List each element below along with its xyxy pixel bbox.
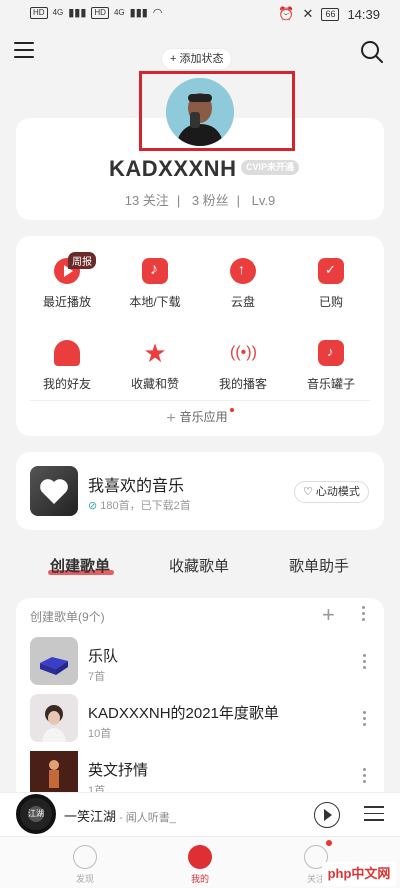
nav-discover[interactable]: 发现 [55,845,115,885]
tab-playlist-assistant[interactable]: 歌单助手 [289,555,349,576]
downloaded-check-icon: ⊘ [88,500,101,512]
radio-icon: ((•)) [230,344,257,361]
menu-icon[interactable] [14,42,34,60]
playlist-name: 乐队 [88,648,119,665]
divider [30,400,370,401]
heartbeat-mode-button[interactable]: ♡ 心动模式 [294,481,369,503]
song-artist: - 闻人听書_ [116,812,176,824]
playlist-name: 英文抒情 [88,762,149,779]
heartbeat-label: 心动模式 [315,486,360,498]
now-playing[interactable]: 一笑江湖 - 闻人听書_ [64,806,176,825]
nav-mine[interactable]: 我的 [170,845,230,885]
grid-item-local[interactable]: ♪ 本地/下载 [110,258,200,310]
battery-icon: 66 [321,7,340,21]
level-label[interactable]: Lv.9 [252,193,276,208]
liked-music-cover [30,466,78,516]
add-playlist-icon[interactable]: + [322,602,335,628]
nav-label: 发现 [75,874,94,884]
music-note-icon [188,845,212,869]
grid-item-favorites[interactable]: ★ 收藏和赞 [110,340,200,392]
notification-dot [326,840,332,846]
plus-icon: + [166,410,176,427]
add-status-button[interactable]: + 添加状态 [162,49,232,69]
grid-label: 我的好友 [42,377,91,391]
follows-count[interactable]: 13 关注 [125,193,169,208]
grid-label: 已购 [318,295,343,309]
search-icon[interactable] [360,40,384,64]
username: KADXXXNH [109,156,237,181]
song-title: 一笑江湖 [64,809,117,824]
profile-stats: 13 关注 | 3 粉丝 | Lv.9 [124,193,276,208]
status-bar: HD 4G ▮▮▮ HD 4G ▮▮▮ ◠ ⏰ ✕ 66 14:39 [0,0,400,28]
mute-icon: ✕ [302,6,314,21]
cloud-upload-icon: ↑ [230,258,256,284]
grid-item-friends[interactable]: 我的好友 [22,340,112,392]
star-icon: ★ [143,338,167,368]
grid-item-purchased[interactable]: ✓ 已购 [286,258,376,310]
grid-label: 我的播客 [218,377,267,391]
mini-player[interactable] [0,792,400,836]
tab-created-playlists[interactable]: 创建歌单 [50,555,110,576]
grid-item-cloud[interactable]: ↑ 云盘 [198,258,288,310]
more-icon[interactable] [363,768,366,786]
wifi-icon: ◠ [152,7,163,19]
sim1-label: HD [30,6,48,19]
grid-label: 云盘 [230,295,255,309]
sim2-label: HD [91,6,109,19]
liked-subtitle-text: 180首，已下载2首 [100,500,191,512]
playlist-section-header: 创建歌单(9个) [30,610,105,624]
heart-icon: ♡ [303,486,316,498]
nav-label: 我的 [190,874,209,884]
grid-label: 最近播放 [42,295,91,309]
grid-label: 本地/下载 [129,295,181,309]
notification-dot [229,408,234,412]
more-icon[interactable] [363,711,366,729]
jar-icon: ♪ [318,340,344,366]
grid-item-recent[interactable]: 最近播放 [22,258,112,310]
play-icon[interactable] [314,802,340,828]
album-disc-label: 江湖 [28,806,44,822]
playlist-count: 7首 [88,671,106,683]
grid-label: 音乐罐子 [306,377,355,391]
playlist-count: 10首 [88,728,112,740]
grid-label: 收藏和赞 [130,377,179,391]
liked-music-subtitle: ⊘ 180首，已下载2首 [88,497,191,513]
grid-item-music-jar[interactable]: ♪ 音乐罐子 [286,340,376,392]
grid-item-podcast[interactable]: ((•)) 我的播客 [198,340,288,392]
alarm-icon: ⏰ [278,6,295,21]
music-apps-label: 音乐应用 [179,410,228,424]
playlist-cover [30,637,78,685]
friends-icon [54,340,80,366]
liked-music-title: 我喜欢的音乐 [88,478,185,495]
shopping-bag-icon: ✓ [318,258,344,284]
vip-badge[interactable]: CVIP未开通 [241,160,300,175]
playlist-cover [30,694,78,742]
more-icon[interactable] [362,606,366,624]
signal-icon: ▮▮▮ [129,7,148,19]
tab-collected-playlists[interactable]: 收藏歌单 [169,555,229,576]
avatar[interactable] [166,78,234,146]
signal2-text: 4G [113,8,125,17]
music-apps-button[interactable]: + 音乐应用 [16,408,384,428]
add-status-label: 添加状态 [179,53,224,65]
weekly-report-badge[interactable]: 周报 [68,252,96,269]
music-note-icon: ♪ [142,258,168,284]
fans-count[interactable]: 3 粉丝 [192,193,229,208]
more-icon[interactable] [363,654,366,672]
playlist-name: KADXXXNH的2021年度歌单 [88,705,279,722]
signal-icon: ▮▮▮ [68,7,87,19]
discover-icon [73,845,97,869]
clock: 14:39 [347,6,380,22]
playlist-queue-icon[interactable] [364,806,384,826]
watermark: php中文网 [322,862,396,886]
signal1-text: 4G [52,8,64,17]
